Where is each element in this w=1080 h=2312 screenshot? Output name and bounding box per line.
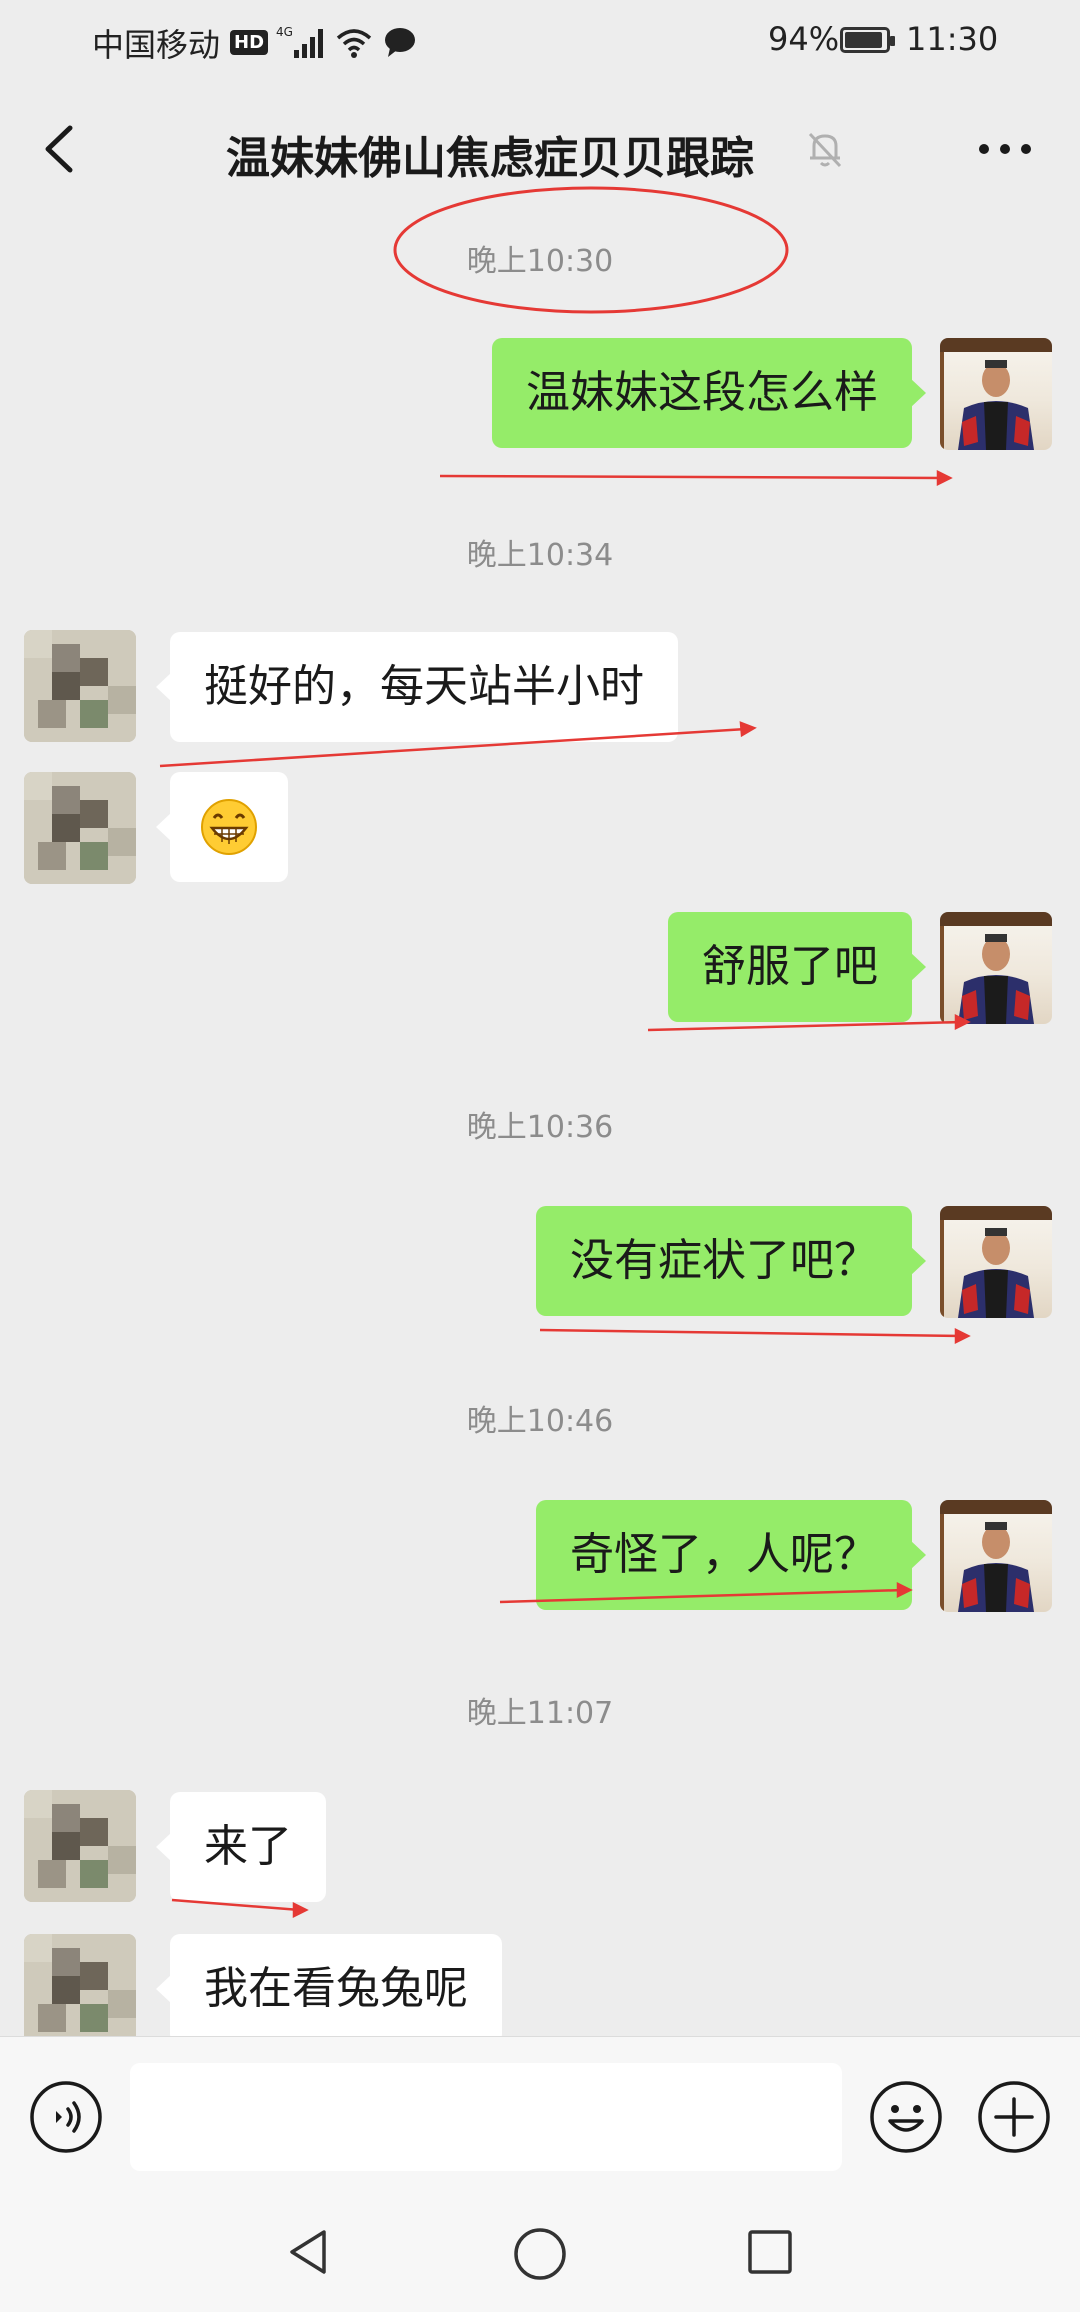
- battery-icon: [840, 27, 895, 53]
- signal-icon: 4G: [276, 25, 324, 58]
- message-input[interactable]: [130, 2063, 842, 2171]
- person-photo-icon: [940, 1206, 1052, 1318]
- back-triangle-icon[interactable]: [280, 2222, 340, 2282]
- voice-icon[interactable]: [28, 2079, 104, 2155]
- arrowhead: [954, 1327, 971, 1345]
- timestamp: 晚上11:07: [466, 1696, 614, 1731]
- underline-arrow: [539, 1328, 963, 1338]
- my-avatar[interactable]: [940, 912, 1052, 1024]
- battery-percent: 94%: [768, 20, 840, 58]
- plus-icon[interactable]: [976, 2079, 1052, 2155]
- underline-arrow: [439, 474, 945, 480]
- my-avatar[interactable]: [940, 1500, 1052, 1612]
- status-clock: 11:30: [906, 20, 999, 58]
- arrowhead: [936, 469, 953, 487]
- timestamp: 晚上10:46: [466, 1404, 614, 1439]
- timestamp: 晚上10:30: [466, 244, 614, 279]
- my-avatar[interactable]: [940, 338, 1052, 450]
- home-circle-icon[interactable]: [508, 2222, 572, 2286]
- back-icon[interactable]: [30, 114, 90, 184]
- grinning-face-emoji: [201, 799, 257, 855]
- received-message-bubble[interactable]: 来了: [156, 1792, 326, 1902]
- blurred-avatar-icon: [24, 630, 136, 742]
- carrier-label: 中国移动: [92, 26, 221, 64]
- network-label: 4G: [276, 25, 293, 39]
- emoji-icon[interactable]: [868, 2079, 944, 2155]
- battery-fill: [845, 32, 883, 48]
- contact-avatar[interactable]: [24, 1790, 136, 1902]
- chat-title: 温妹妹佛山焦虑症贝贝跟踪: [226, 133, 754, 184]
- mute-bell-icon: [808, 132, 842, 168]
- blurred-avatar-icon: [24, 1934, 136, 2046]
- wifi-icon: [336, 29, 372, 58]
- timestamp: 晚上10:36: [466, 1110, 614, 1145]
- timestamp: 晚上10:34: [466, 538, 614, 573]
- blurred-avatar-icon: [24, 772, 136, 884]
- contact-avatar[interactable]: [24, 1934, 136, 2046]
- my-avatar[interactable]: [940, 1206, 1052, 1318]
- chat-header: 温妹妹佛山焦虑症贝贝跟踪: [0, 84, 1080, 214]
- contact-avatar[interactable]: [24, 772, 136, 884]
- received-message-bubble[interactable]: 挺好的，每天站半小时: [156, 632, 678, 742]
- message-notification-icon: [385, 28, 416, 57]
- person-photo-icon: [940, 1500, 1052, 1612]
- contact-avatar[interactable]: [24, 630, 136, 742]
- sent-message-bubble[interactable]: 没有症状了吧？: [536, 1206, 926, 1316]
- sent-message-bubble[interactable]: 奇怪了，人呢？: [536, 1500, 926, 1610]
- hd-badge: HD: [230, 29, 269, 55]
- recents-square-icon[interactable]: [740, 2222, 800, 2282]
- received-message-bubble[interactable]: 我在看兔兔呢: [156, 1934, 502, 2044]
- system-nav-bar: [0, 2200, 1080, 2312]
- more-icon[interactable]: [970, 124, 1040, 174]
- received-emoji-bubble[interactable]: [156, 772, 288, 882]
- person-photo-icon: [940, 338, 1052, 450]
- blurred-avatar-icon: [24, 1790, 136, 1902]
- status-bar: 中国移动 HD 4G 94% 11:30: [0, 0, 1080, 84]
- underline-arrow: [647, 1020, 963, 1032]
- sent-message-bubble[interactable]: 舒服了吧: [668, 912, 926, 1022]
- person-photo-icon: [940, 912, 1052, 1024]
- sent-message-bubble[interactable]: 温妹妹这段怎么样: [492, 338, 926, 448]
- input-bar: [0, 2036, 1080, 2200]
- arrowhead: [292, 1901, 309, 1919]
- arrowhead: [739, 721, 757, 738]
